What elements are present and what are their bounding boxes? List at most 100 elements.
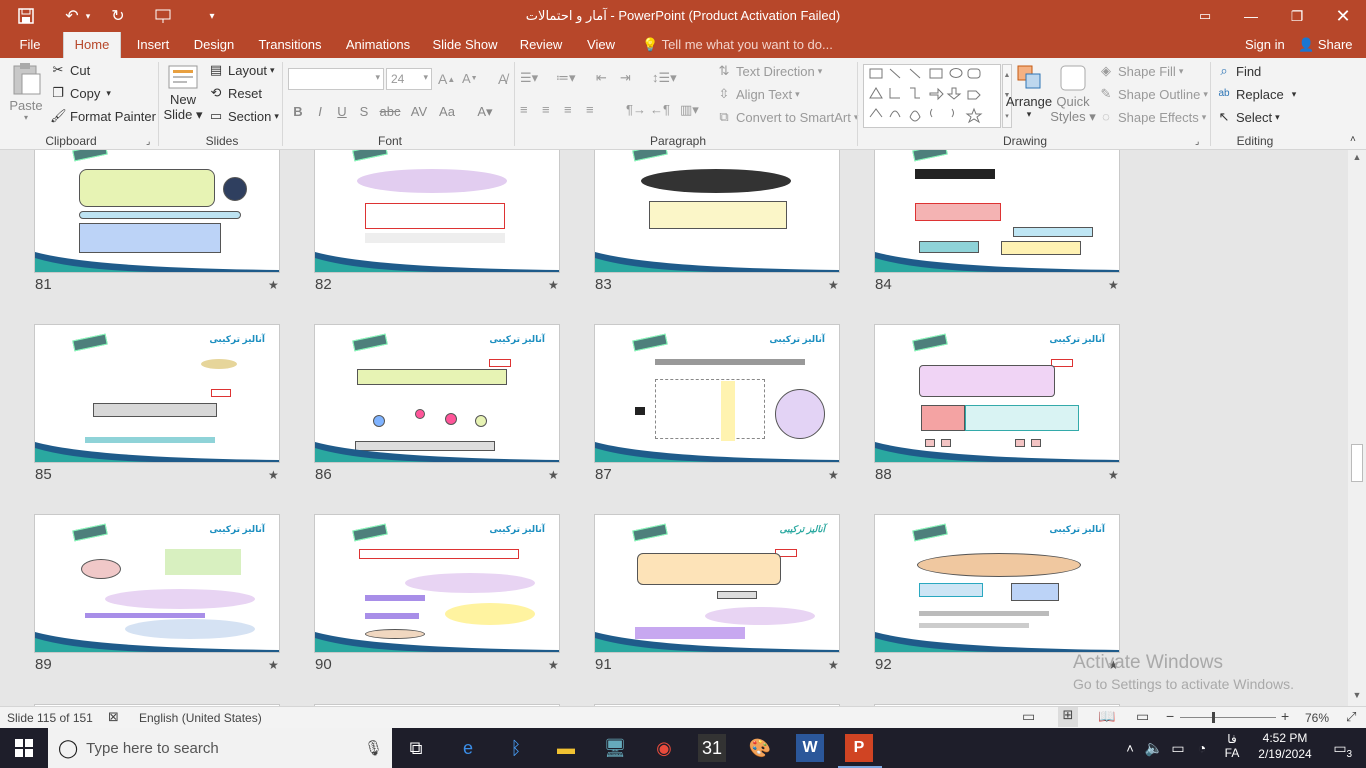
slide-thumbnail[interactable] (874, 150, 1120, 273)
font-size-input[interactable]: 24 ▾ (386, 68, 432, 90)
slide-thumbnail[interactable] (594, 150, 840, 273)
wifi-icon[interactable]: ◔ (1188, 734, 1216, 762)
minimize-button[interactable]: — (1228, 0, 1274, 32)
layout-button[interactable]: ▤ Layout ▾ (208, 62, 275, 78)
tab-design[interactable]: Design (190, 32, 238, 58)
shadow-button[interactable]: S (354, 102, 374, 122)
star-icon[interactable]: ★ (548, 468, 559, 482)
numbering-icon[interactable]: ≔▾ (556, 70, 576, 86)
zoom-level[interactable]: 76% (1305, 711, 1329, 725)
star-icon[interactable]: ★ (1108, 468, 1119, 482)
slide-thumbnail[interactable]: آنالیز ترکیبی (314, 514, 560, 653)
maximize-button[interactable]: ❐ (1274, 0, 1320, 32)
font-name-input[interactable]: ▾ (288, 68, 384, 90)
paint-icon[interactable]: 🎨 (746, 734, 774, 762)
language-indicator[interactable]: English (United States) (139, 711, 262, 725)
justify-icon[interactable]: ≡ (586, 102, 594, 117)
slide-thumbnail[interactable]: آنالیز ترکیبی (874, 514, 1120, 653)
star-icon[interactable]: ★ (268, 278, 279, 292)
close-button[interactable]: ✕ (1320, 0, 1366, 32)
align-text-button[interactable]: ⇳ Align Text ▾ (716, 86, 800, 102)
ribbon-display-options-icon[interactable]: ▭ (1182, 0, 1228, 32)
shapes-gallery[interactable] (863, 64, 1001, 128)
tab-home[interactable]: Home (63, 32, 121, 58)
decrease-indent-icon[interactable]: ⇤ (596, 70, 607, 86)
cut-button[interactable]: ✂ Cut (50, 62, 91, 78)
replace-button[interactable]: ab Replace ▾ (1216, 86, 1296, 102)
tab-view[interactable]: View (582, 32, 620, 58)
bold-button[interactable]: B (288, 102, 308, 122)
tell-me-box[interactable]: 💡 Tell me what you want to do... (642, 32, 833, 58)
character-spacing-icon[interactable]: AV (408, 102, 430, 122)
zoom-in-button[interactable]: + (1281, 708, 1289, 724)
vertical-scrollbar[interactable]: ▲ ▼ (1348, 150, 1366, 706)
star-icon[interactable]: ★ (828, 468, 839, 482)
find-button[interactable]: ⌕ Find (1216, 63, 1261, 79)
tab-slide-show[interactable]: Slide Show (430, 32, 500, 58)
reset-button[interactable]: ⟲ Reset (208, 85, 262, 101)
line-spacing-icon[interactable]: ↕☰▾ (652, 70, 677, 86)
star-icon[interactable]: ★ (828, 278, 839, 292)
align-left-icon[interactable]: ≡ (520, 102, 528, 117)
bullets-icon[interactable]: ☰▾ (520, 70, 538, 86)
strikethrough-button[interactable]: abc (377, 102, 403, 122)
star-icon[interactable]: ★ (548, 658, 559, 672)
file-explorer-icon[interactable]: ▬ (552, 734, 580, 762)
ltr-icon[interactable]: ¶→ (626, 102, 646, 117)
scroll-up-icon[interactable]: ▲ (1350, 152, 1364, 166)
section-button[interactable]: ▭ Section ▾ (208, 108, 279, 124)
shrink-font-icon[interactable]: A ▼ (462, 71, 478, 86)
scroll-down-icon[interactable]: ▼ (1350, 690, 1364, 704)
tab-insert[interactable]: Insert (130, 32, 176, 58)
slide-thumbnail[interactable]: آنالیز ترکیبی (34, 514, 280, 653)
increase-indent-icon[interactable]: ⇥ (620, 70, 631, 86)
star-icon[interactable]: ★ (268, 468, 279, 482)
word-icon[interactable]: W (796, 734, 824, 762)
clear-formatting-icon[interactable]: A̸ (498, 71, 507, 87)
slide-thumbnail[interactable]: آنالیز ترکیبی (874, 324, 1120, 463)
rtl-icon[interactable]: ←¶ (650, 102, 670, 117)
tab-review[interactable]: Review (516, 32, 566, 58)
font-color-icon[interactable]: A▾ (474, 102, 496, 122)
paste-dropdown-icon[interactable]: ▾ (24, 113, 28, 122)
format-painter-button[interactable]: 🖌 Format Painter (50, 108, 156, 124)
grow-font-icon[interactable]: A ▲ (438, 71, 455, 87)
zoom-out-button[interactable]: − (1166, 708, 1174, 724)
tab-transitions[interactable]: Transitions (254, 32, 326, 58)
zoom-slider-thumb[interactable] (1212, 712, 1215, 723)
microphone-icon[interactable]: 🎙 (364, 739, 383, 757)
computer-icon[interactable]: 🖥 (601, 734, 629, 762)
align-right-icon[interactable]: ≡ (564, 102, 572, 117)
input-language[interactable]: فا FA (1222, 732, 1242, 760)
spell-check-icon[interactable]: ⊠ (108, 709, 119, 725)
fit-to-window-icon[interactable]: ⤢ (1346, 709, 1356, 725)
star-icon[interactable]: ★ (548, 278, 559, 292)
columns-icon[interactable]: ▥▾ (680, 102, 699, 118)
collapse-ribbon-icon[interactable]: ˄ (1350, 134, 1356, 145)
slide-thumbnail[interactable]: آنالیز ترکیبی (594, 324, 840, 463)
new-slide-button[interactable]: New Slide ▾ (162, 62, 204, 123)
arrange-button[interactable]: Arrange ▾ (1006, 62, 1052, 120)
share-button[interactable]: 👤 Share (1298, 32, 1353, 58)
slide-thumbnail[interactable]: آنالیز ترکیبی (314, 324, 560, 463)
select-button[interactable]: ↖ Select ▾ (1216, 109, 1280, 125)
italic-button[interactable]: I (310, 102, 330, 122)
quick-styles-button[interactable]: Quick Styles ▾ (1050, 62, 1096, 125)
shape-outline-button[interactable]: ✎ Shape Outline ▾ (1098, 86, 1208, 102)
sign-in-link[interactable]: Sign in (1245, 32, 1285, 58)
change-case-icon[interactable]: Aa (436, 102, 458, 122)
task-view-icon[interactable]: ⧉ (402, 734, 430, 762)
slide-thumbnail[interactable]: آنالیز ترکیبی (34, 324, 280, 463)
shape-effects-button[interactable]: ◌ Shape Effects ▾ (1098, 109, 1206, 125)
star-icon[interactable]: ★ (828, 658, 839, 672)
normal-view-icon[interactable]: ▭ (1022, 708, 1035, 725)
clipboard-launcher-icon[interactable]: ⌟ (146, 136, 150, 147)
slide-show-view-icon[interactable]: ▭ (1136, 708, 1149, 725)
text-direction-button[interactable]: ⇅ Text Direction ▾ (716, 63, 823, 79)
calendar-app-icon[interactable]: 31 (698, 734, 726, 762)
paste-button[interactable]: Paste ▾ (8, 62, 44, 130)
star-icon[interactable]: ★ (268, 658, 279, 672)
align-center-icon[interactable]: ≡ (542, 102, 550, 117)
edge-icon[interactable]: e (454, 734, 482, 762)
tab-animations[interactable]: Animations (340, 32, 416, 58)
